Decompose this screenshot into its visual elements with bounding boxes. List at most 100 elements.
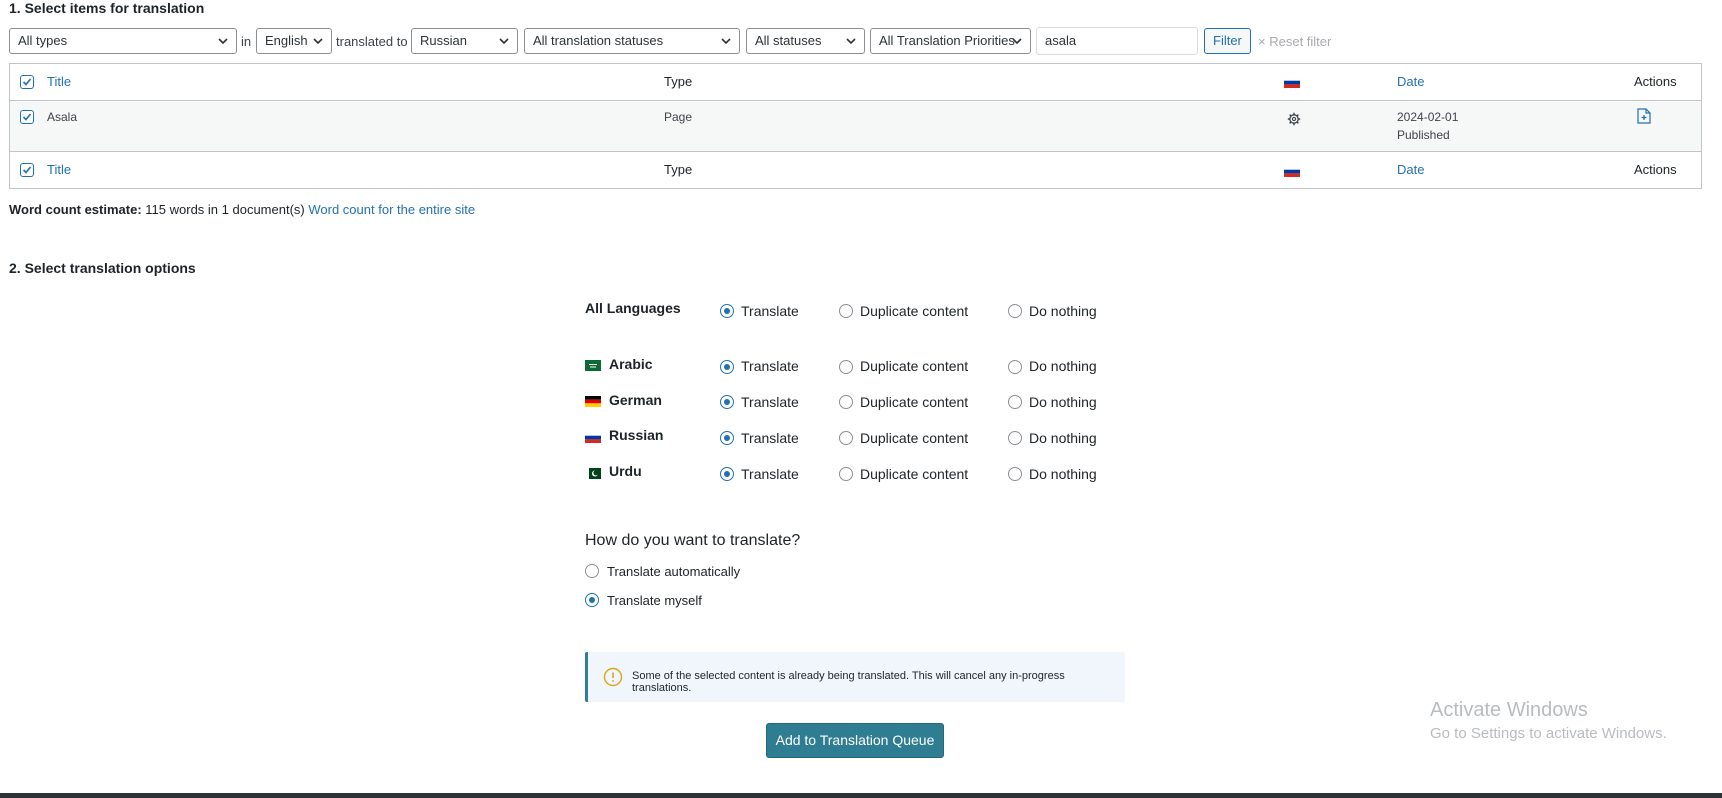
all-duplicate-label[interactable]: Duplicate content <box>860 303 968 319</box>
date-column-footer[interactable]: Date <box>1397 162 1424 177</box>
all-nothing-radio[interactable] <box>1008 304 1022 318</box>
chevron-down-icon <box>846 38 856 45</box>
checkmark-icon <box>22 78 32 86</box>
word-count-value: 115 words in 1 document(s) <box>145 202 305 217</box>
russian-translate-label[interactable]: Translate <box>741 430 799 446</box>
translation-status-select[interactable]: All translation statuses <box>524 28 740 54</box>
translation-status-value: All translation statuses <box>533 33 664 48</box>
all-languages-label: All Languages <box>585 300 681 316</box>
russian-nothing-label[interactable]: Do nothing <box>1029 430 1097 446</box>
type-select-value: All types <box>18 33 68 48</box>
german-duplicate-radio[interactable] <box>839 395 853 409</box>
russian-flag-icon <box>585 432 601 443</box>
close-icon: × <box>1258 34 1266 49</box>
word-count-site-link[interactable]: Word count for the entire site <box>308 202 475 217</box>
row-checkbox[interactable] <box>20 110 34 124</box>
language-label-german: German <box>609 392 662 408</box>
checkmark-icon <box>22 113 32 121</box>
reset-filter-label: Reset filter <box>1269 34 1332 49</box>
pakistan-flag-icon <box>585 468 601 479</box>
chevron-down-icon <box>721 38 731 45</box>
table-header-row: Title Type Date Actions <box>10 64 1701 101</box>
actions-column-header: Actions <box>1634 74 1677 89</box>
language-label-urdu: Urdu <box>609 463 642 479</box>
language-label-russian: Russian <box>609 427 664 443</box>
translate-myself-label[interactable]: Translate myself <box>607 593 702 608</box>
row-date: 2024-02-01 <box>1397 110 1459 124</box>
saudi-flag-icon <box>585 360 601 371</box>
urdu-translate-radio[interactable] <box>720 467 734 481</box>
arabic-duplicate-label[interactable]: Duplicate content <box>860 358 968 374</box>
arabic-duplicate-radio[interactable] <box>839 360 853 374</box>
german-translate-label[interactable]: Translate <box>741 394 799 410</box>
type-column-footer: Type <box>664 162 693 177</box>
add-document-icon[interactable] <box>1637 108 1651 124</box>
german-nothing-label[interactable]: Do nothing <box>1029 394 1097 410</box>
russian-duplicate-label[interactable]: Duplicate content <box>860 430 968 446</box>
russian-nothing-radio[interactable] <box>1008 431 1022 445</box>
urdu-translate-label[interactable]: Translate <box>741 466 799 482</box>
gear-icon[interactable] <box>1287 112 1301 126</box>
title-column-footer[interactable]: Title <box>47 162 71 177</box>
chevron-down-icon <box>313 38 323 45</box>
reset-filter-link[interactable]: × Reset filter <box>1258 34 1331 49</box>
russian-flag-icon <box>1284 77 1300 88</box>
german-translate-radio[interactable] <box>720 395 734 409</box>
arabic-translate-radio[interactable] <box>720 360 734 374</box>
target-language-select[interactable]: Russian <box>411 28 518 54</box>
source-language-value: English <box>265 33 308 48</box>
all-nothing-label[interactable]: Do nothing <box>1029 303 1097 319</box>
select-all-checkbox-footer[interactable] <box>20 163 34 177</box>
all-duplicate-radio[interactable] <box>839 304 853 318</box>
type-column-header: Type <box>664 74 693 89</box>
section-2-title: 2. Select translation options <box>9 260 196 276</box>
activate-windows-title: Activate Windows <box>1430 699 1588 721</box>
urdu-duplicate-radio[interactable] <box>839 467 853 481</box>
actions-column-footer: Actions <box>1634 162 1677 177</box>
search-input[interactable]: asala <box>1036 27 1198 55</box>
type-select[interactable]: All types <box>9 28 237 54</box>
translation-method-title: How do you want to translate? <box>585 532 801 549</box>
arabic-nothing-radio[interactable] <box>1008 360 1022 374</box>
all-translate-label[interactable]: Translate <box>741 303 799 319</box>
table-footer-row: Title Type Date Actions <box>10 152 1701 188</box>
add-to-translation-queue-button[interactable]: Add to Translation Queue <box>766 723 944 758</box>
title-column-header[interactable]: Title <box>47 74 71 89</box>
filter-button[interactable]: Filter <box>1204 28 1251 54</box>
select-all-checkbox[interactable] <box>20 75 34 89</box>
translate-automatically-radio[interactable] <box>585 564 599 578</box>
priority-select[interactable]: All Translation Priorities <box>870 28 1031 54</box>
date-column-header[interactable]: Date <box>1397 74 1424 89</box>
target-language-value: Russian <box>420 33 467 48</box>
urdu-nothing-label[interactable]: Do nothing <box>1029 466 1097 482</box>
german-nothing-radio[interactable] <box>1008 395 1022 409</box>
arabic-translate-label[interactable]: Translate <box>741 358 799 374</box>
russian-translate-radio[interactable] <box>720 431 734 445</box>
translate-automatically-label[interactable]: Translate automatically <box>607 564 740 579</box>
russian-duplicate-radio[interactable] <box>839 431 853 445</box>
urdu-nothing-radio[interactable] <box>1008 467 1022 481</box>
priority-value: All Translation Priorities <box>879 33 1015 48</box>
in-progress-notice: Some of the selected content is already … <box>585 652 1125 702</box>
items-table: Title Type Date Actions Asala Page 2024-… <box>9 63 1702 189</box>
activate-windows-subtitle: Go to Settings to activate Windows. <box>1430 725 1667 742</box>
chevron-down-icon <box>218 38 228 45</box>
chevron-down-icon <box>1012 38 1022 45</box>
translated-to-label: translated to <box>336 34 408 49</box>
row-title[interactable]: Asala <box>47 110 77 124</box>
urdu-duplicate-label[interactable]: Duplicate content <box>860 466 968 482</box>
arabic-nothing-label[interactable]: Do nothing <box>1029 358 1097 374</box>
source-language-select[interactable]: English <box>256 28 332 54</box>
row-type: Page <box>664 110 693 124</box>
all-translate-radio[interactable] <box>720 304 734 318</box>
russian-flag-icon <box>1284 166 1300 177</box>
german-duplicate-label[interactable]: Duplicate content <box>860 394 968 410</box>
in-label: in <box>241 34 252 49</box>
language-label-arabic: Arabic <box>609 356 653 372</box>
word-count-estimate: Word count estimate: 115 words in 1 docu… <box>9 202 475 217</box>
german-flag-icon <box>585 396 601 407</box>
bottom-bar <box>0 793 1722 798</box>
warning-icon <box>603 667 623 687</box>
status-select[interactable]: All statuses <box>746 28 865 54</box>
translate-myself-radio[interactable] <box>585 593 599 607</box>
